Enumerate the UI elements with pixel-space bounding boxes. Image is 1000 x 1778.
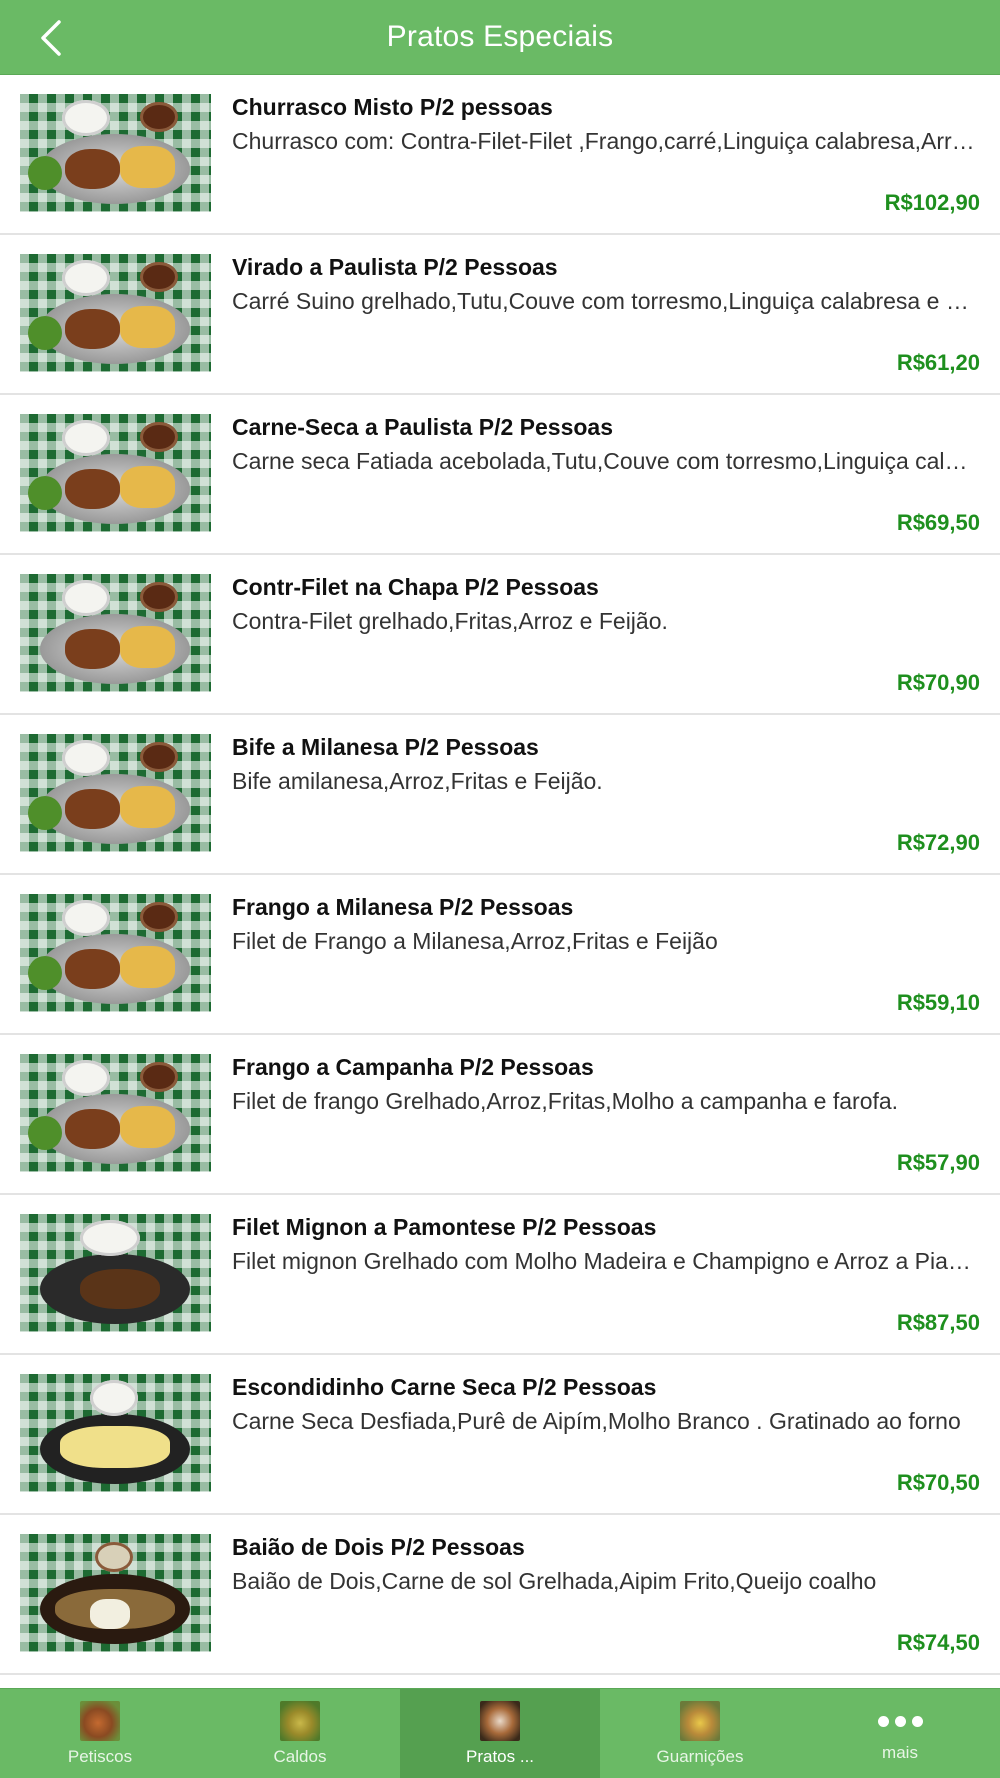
guarnicoes-thumbnail-icon (680, 1701, 720, 1741)
tab-label: Petiscos (67, 1747, 133, 1766)
list-item[interactable]: Churrasco Misto P/2 pessoas Churrasco co… (0, 75, 1000, 235)
chevron-left-icon (41, 20, 61, 56)
tab-caldos[interactable]: Caldos (200, 1689, 400, 1778)
back-button[interactable] (30, 18, 70, 58)
list-item[interactable]: Carne-Seca a Paulista P/2 Pessoas Carne … (0, 395, 1000, 555)
caldos-thumbnail-icon (280, 1701, 320, 1741)
bottom-tab-bar: Petiscos Caldos Pratos ... Guarnições ma… (0, 1688, 1000, 1778)
dish-description: Carré Suino grelhado,Tutu,Couve com torr… (232, 288, 980, 314)
list-item[interactable]: Bife a Milanesa P/2 Pessoas Bife amilane… (0, 715, 1000, 875)
list-item[interactable]: Frango a Campanha P/2 Pessoas Filet de f… (0, 1035, 1000, 1195)
tab-label: Guarnições (656, 1747, 744, 1766)
dish-name: Baião de Dois P/2 Pessoas (232, 1534, 525, 1560)
dish-price: R$57,90 (896, 1150, 980, 1175)
dish-description: Filet de frango Grelhado,Arroz,Fritas,Mo… (232, 1088, 899, 1114)
dish-description: Carne seca Fatiada acebolada,Tutu,Couve … (232, 448, 980, 474)
dish-price: R$70,50 (896, 1470, 980, 1495)
dish-name: Bife a Milanesa P/2 Pessoas (232, 734, 539, 760)
dish-photo (20, 1374, 211, 1492)
dish-description: Bife amilanesa,Arroz,Fritas e Feijão. (232, 768, 603, 794)
dish-description: Churrasco com: Contra-Filet-Filet ,Frang… (232, 128, 980, 154)
dish-name: Carne-Seca a Paulista P/2 Pessoas (232, 414, 613, 440)
dish-list: Churrasco Misto P/2 pessoas Churrasco co… (0, 75, 1000, 1675)
tab-pratos[interactable]: Pratos ... (400, 1689, 600, 1778)
dish-description: Contra-Filet grelhado,Fritas,Arroz e Fei… (232, 608, 668, 634)
dish-name: Filet Mignon a Pamontese P/2 Pessoas (232, 1214, 657, 1240)
tab-petiscos[interactable]: Petiscos (0, 1689, 200, 1778)
dish-name: Virado a Paulista P/2 Pessoas (232, 254, 558, 280)
dish-price: R$102,90 (884, 190, 980, 215)
pratos-thumbnail-icon (480, 1701, 520, 1741)
dish-description: Baião de Dois,Carne de sol Grelhada,Aipi… (232, 1568, 877, 1594)
dish-price: R$59,10 (896, 990, 980, 1015)
dish-photo (20, 894, 211, 1012)
top-navigation-bar: Pratos Especiais (0, 0, 1000, 75)
dish-photo (20, 254, 211, 372)
dish-description: Filet de Frango a Milanesa,Arroz,Fritas … (232, 928, 718, 954)
dish-name: Frango a Milanesa P/2 Pessoas (232, 894, 574, 920)
tab-label: Caldos (273, 1747, 327, 1766)
dish-photo (20, 734, 211, 852)
dish-price: R$74,50 (896, 1630, 980, 1655)
dish-price: R$61,20 (896, 350, 980, 375)
dish-description: Filet mignon Grelhado com Molho Madeira … (232, 1248, 980, 1274)
list-item[interactable]: Escondidinho Carne Seca P/2 Pessoas Carn… (0, 1355, 1000, 1515)
dish-price: R$69,50 (896, 510, 980, 535)
tab-guarnicoes[interactable]: Guarnições (600, 1689, 800, 1778)
petiscos-thumbnail-icon (80, 1701, 120, 1741)
page-title: Pratos Especiais (386, 20, 614, 53)
dish-photo (20, 1054, 211, 1172)
dish-photo (20, 414, 211, 532)
dish-price: R$72,90 (896, 830, 980, 855)
list-item[interactable]: Filet Mignon a Pamontese P/2 Pessoas Fil… (0, 1195, 1000, 1355)
dish-name: Contr-Filet na Chapa P/2 Pessoas (232, 574, 599, 600)
dish-price: R$87,50 (896, 1310, 980, 1335)
list-item[interactable]: Contr-Filet na Chapa P/2 Pessoas Contra-… (0, 555, 1000, 715)
tab-label: mais (882, 1743, 918, 1762)
dish-photo (20, 1534, 211, 1652)
tab-more[interactable]: mais (800, 1689, 1000, 1778)
dish-photo (20, 1214, 211, 1332)
list-item[interactable]: Frango a Milanesa P/2 Pessoas Filet de F… (0, 875, 1000, 1035)
dish-description: Carne Seca Desfiada,Purê de Aipím,Molho … (232, 1408, 961, 1434)
dish-photo (20, 574, 211, 692)
dish-name: Frango a Campanha P/2 Pessoas (232, 1054, 594, 1080)
dish-price: R$70,90 (896, 670, 980, 695)
dish-name: Escondidinho Carne Seca P/2 Pessoas (232, 1374, 657, 1400)
list-item[interactable]: Baião de Dois P/2 Pessoas Baião de Dois,… (0, 1515, 1000, 1675)
dish-name: Churrasco Misto P/2 pessoas (232, 94, 553, 120)
list-item[interactable]: Virado a Paulista P/2 Pessoas Carré Suin… (0, 235, 1000, 395)
dish-photo (20, 94, 211, 212)
more-dots-icon (877, 1713, 923, 1729)
tab-label: Pratos ... (465, 1747, 535, 1766)
